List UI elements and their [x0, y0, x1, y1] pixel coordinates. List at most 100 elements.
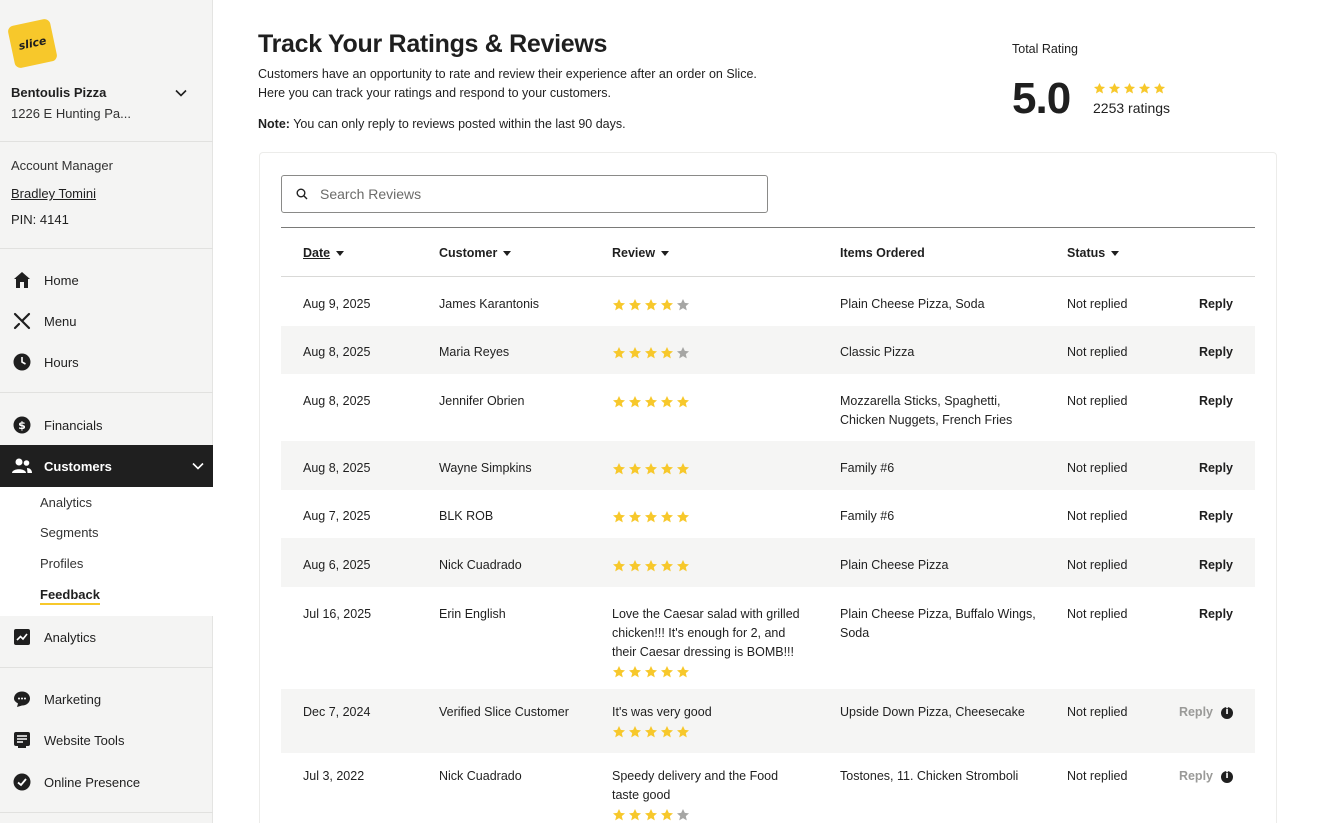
star-filled-icon [644, 809, 658, 821]
shop-selector[interactable]: Bentoulis Pizza 1226 E Hunting Pa... [11, 85, 201, 121]
sidebar-item-hours[interactable]: Hours [0, 341, 213, 383]
account-manager-label: Account Manager [11, 158, 113, 173]
star-filled-icon [676, 560, 690, 572]
reply-button[interactable]: Reply [1199, 343, 1233, 362]
slice-logo[interactable]: slice [6, 17, 59, 70]
star-rating [612, 808, 807, 822]
verified-badge-icon [12, 772, 32, 792]
reply-label: Reply [1178, 769, 1213, 783]
star-rating [612, 725, 822, 739]
review-cell [612, 392, 822, 409]
website-icon [12, 730, 32, 750]
account-manager-pin: PIN: 4141 [11, 212, 69, 227]
reply-button[interactable]: Reply [1199, 295, 1233, 314]
search-icon [296, 188, 308, 200]
sort-caret-icon [503, 250, 512, 256]
divider [0, 248, 213, 249]
customer-name: James Karantonis [439, 297, 540, 311]
star-filled-icon [676, 666, 690, 678]
sidebar-item-analytics[interactable]: Analytics [0, 616, 213, 658]
column-header-status[interactable]: Status [1067, 246, 1120, 260]
star-filled-icon [612, 560, 626, 572]
reply-status: Not replied [1067, 297, 1128, 311]
reply-status: Not replied [1067, 345, 1128, 359]
star-filled-icon [628, 347, 642, 359]
total-rating-label: Total Rating [1012, 42, 1079, 56]
star-filled-icon [660, 463, 674, 475]
star-filled-icon [660, 511, 674, 523]
star-filled-icon [628, 666, 642, 678]
reply-status: Not replied [1067, 705, 1128, 719]
subnav-item-feedback[interactable]: Feedback [40, 587, 100, 605]
star-rating [612, 346, 822, 360]
column-header-date[interactable]: Date [303, 246, 345, 260]
subnav-item-profiles[interactable]: Profiles [40, 556, 83, 571]
items-ordered: Classic Pizza [840, 345, 915, 359]
clock-icon [12, 352, 32, 372]
star-rating [612, 395, 822, 409]
sidebar-item-website-tools[interactable]: Website Tools [0, 719, 213, 761]
star-filled-icon [660, 396, 674, 408]
reply-status: Not replied [1067, 509, 1128, 523]
star-filled-icon [676, 463, 690, 475]
review-date: Aug 8, 2025 [303, 394, 371, 408]
customer-name: Verified Slice Customer [439, 705, 569, 719]
reply-button[interactable]: Reply [1199, 605, 1233, 624]
sidebar-item-label: Online Presence [44, 774, 141, 790]
table-row: Dec 7, 2024 Verified Slice Customer It's… [281, 689, 1255, 753]
star-rating [612, 559, 822, 573]
subnav-item-analytics[interactable]: Analytics [40, 495, 92, 510]
star-empty-icon [676, 299, 690, 311]
reply-button[interactable]: Reply [1199, 459, 1233, 478]
reply-window-note: Note: You can only reply to reviews post… [258, 117, 626, 131]
star-rating [612, 462, 822, 476]
review-cell [612, 556, 822, 573]
reply-button[interactable]: Reply [1199, 507, 1233, 526]
sidebar-item-menu[interactable]: Menu [0, 300, 213, 342]
sidebar-item-financials[interactable]: $ Financials [0, 404, 213, 446]
items-ordered: Plain Cheese Pizza [840, 558, 949, 572]
account-manager-name-link[interactable]: Bradley Tomini [11, 186, 96, 201]
column-header-customer[interactable]: Customer [439, 246, 512, 260]
sidebar: slice Bentoulis Pizza 1226 E Hunting Pa.… [0, 0, 213, 823]
star-filled-icon [628, 511, 642, 523]
star-filled-icon [628, 396, 642, 408]
reply-status: Not replied [1067, 461, 1128, 475]
review-cell [612, 343, 822, 360]
sidebar-item-home[interactable]: Home [0, 259, 213, 301]
star-filled-icon [1093, 82, 1106, 94]
chevron-down-icon[interactable] [191, 459, 205, 473]
chevron-down-icon[interactable] [175, 87, 187, 99]
review-date: Aug 7, 2025 [303, 509, 371, 523]
sidebar-item-online-presence[interactable]: Online Presence [0, 761, 213, 803]
total-rating-value: 5.0 [1012, 74, 1071, 123]
sort-caret-icon [1111, 250, 1120, 256]
divider [0, 667, 213, 668]
reply-button-disabled: Reply i [1179, 767, 1233, 786]
search-box[interactable] [281, 175, 768, 213]
subnav-item-segments[interactable]: Segments [40, 525, 99, 540]
star-filled-icon [676, 511, 690, 523]
reply-button[interactable]: Reply [1199, 392, 1233, 411]
star-filled-icon [660, 560, 674, 572]
reply-button[interactable]: Reply [1199, 556, 1233, 575]
utensils-icon [12, 311, 32, 331]
total-rating-count: 2253 ratings [1093, 100, 1171, 116]
star-filled-icon [676, 726, 690, 738]
items-ordered: Family #6 [840, 509, 895, 523]
star-filled-icon [644, 396, 658, 408]
search-input[interactable] [320, 186, 750, 202]
customer-name: Nick Cuadrado [439, 769, 522, 783]
column-header-review[interactable]: Review [612, 246, 670, 260]
sidebar-item-marketing[interactable]: Marketing [0, 678, 213, 720]
svg-text:$: $ [18, 419, 26, 432]
star-filled-icon [628, 560, 642, 572]
shop-name: Bentoulis Pizza [11, 85, 107, 100]
info-icon[interactable]: i [1221, 706, 1233, 719]
sidebar-item-customers[interactable]: Customers [0, 445, 213, 487]
review-date: Jul 3, 2022 [303, 769, 365, 783]
customer-name: Maria Reyes [439, 345, 510, 359]
reply-status: Not replied [1067, 607, 1128, 621]
info-icon[interactable]: i [1221, 770, 1233, 783]
review-date: Aug 9, 2025 [303, 297, 371, 311]
